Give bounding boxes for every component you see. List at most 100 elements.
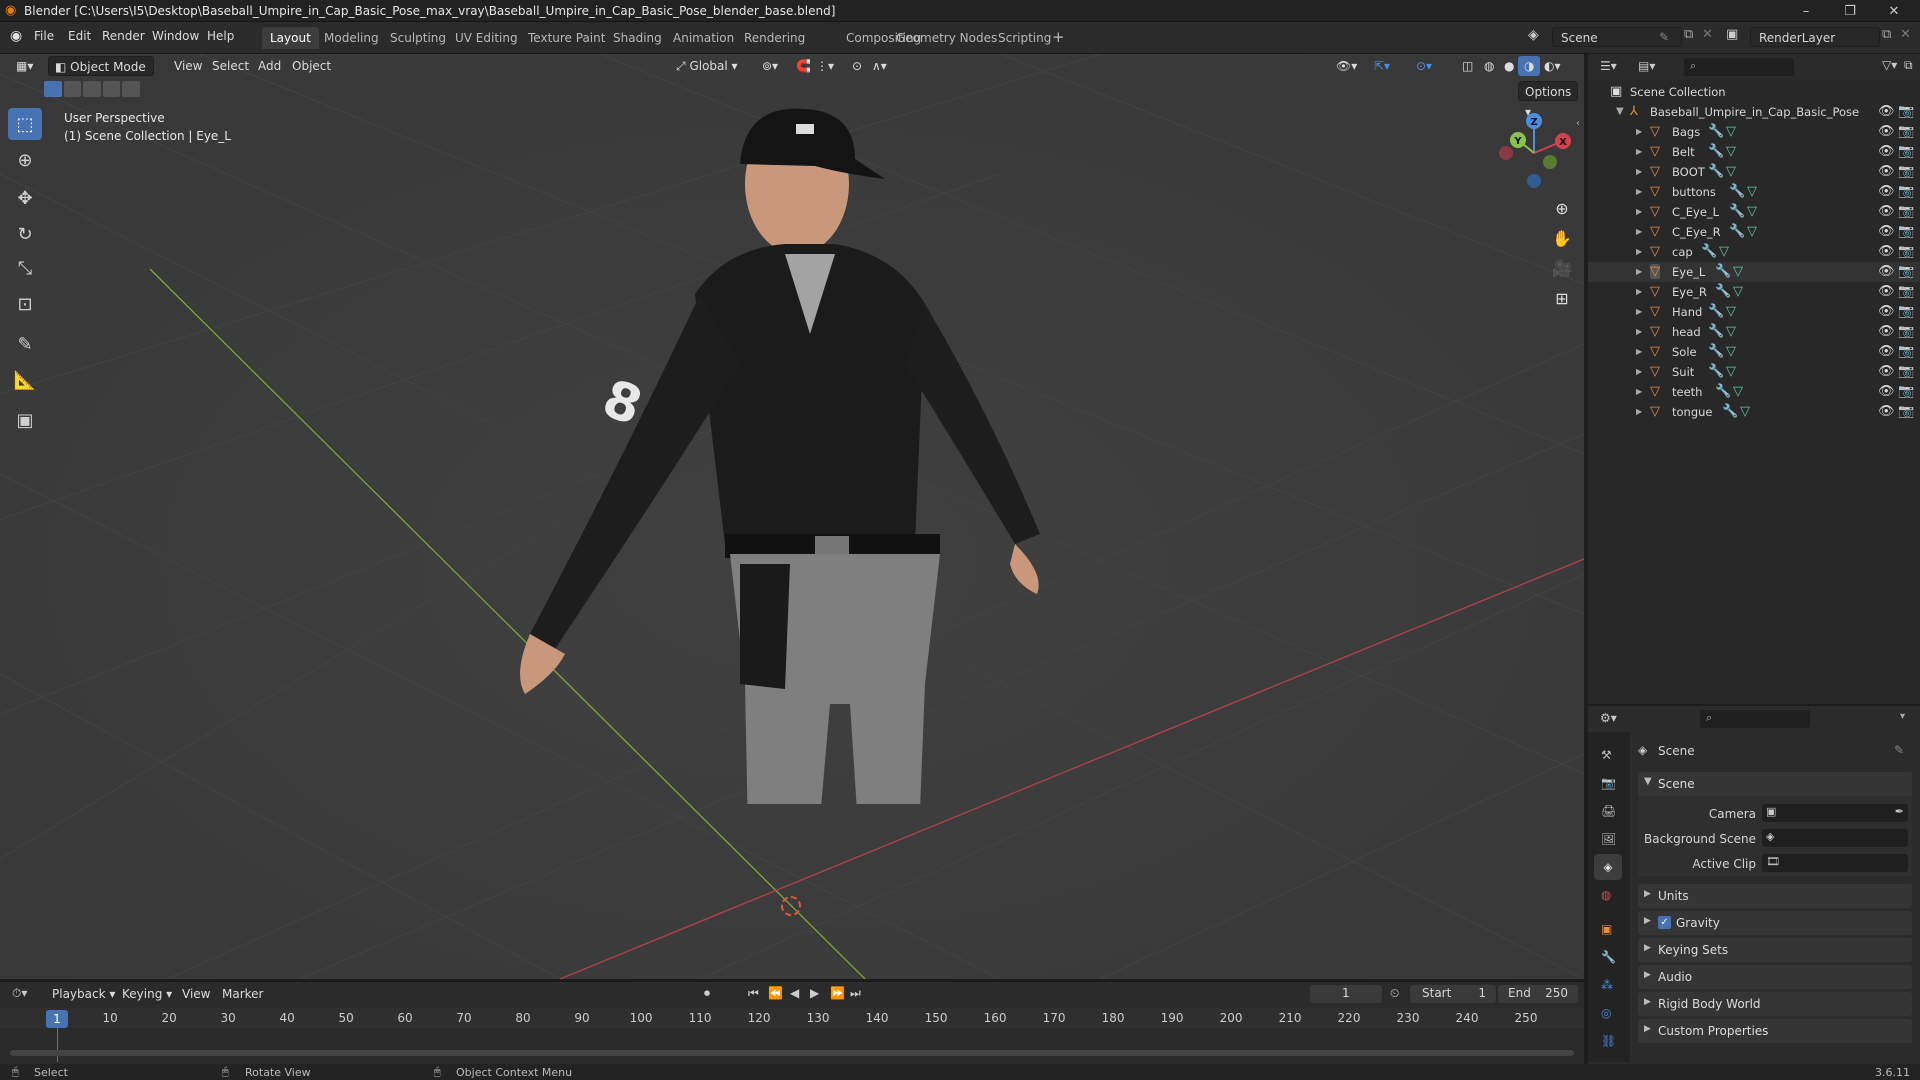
visibility-eye-icon[interactable]: 👁 [1878, 224, 1895, 239]
visibility-eye-icon[interactable]: 👁 [1878, 364, 1895, 379]
timeline-scrollbar[interactable] [10, 1050, 1574, 1056]
panel-custom-properties[interactable]: ▶ Custom Properties [1638, 1019, 1912, 1043]
umpire-model[interactable]: 8 [485, 104, 1105, 804]
pin-icon[interactable]: ✎ [1659, 30, 1669, 44]
select-menu[interactable]: Select [206, 56, 255, 76]
pivot-point-icon[interactable]: ⊚▾ [756, 56, 784, 76]
select-invert-icon[interactable] [102, 81, 121, 97]
renderlayer-icon[interactable]: ▣ [1726, 27, 1738, 42]
menu-window[interactable]: Window [152, 29, 199, 43]
visibility-eye-icon[interactable]: 👁 [1878, 164, 1895, 179]
workspace-tab-rendering[interactable]: Rendering [736, 27, 813, 49]
renderlayer-selector[interactable]: RenderLayer [1750, 27, 1880, 47]
expand-arrow-icon[interactable]: ▶ [1636, 207, 1642, 216]
expand-arrow-icon[interactable]: ▶ [1636, 287, 1642, 296]
render-camera-icon[interactable]: 📷 [1898, 404, 1914, 419]
modifier-wrench-icon[interactable]: 🔧 [1715, 284, 1731, 299]
modifier-wrench-icon[interactable]: 🔧 [1708, 324, 1724, 339]
outliner-item[interactable]: ▶ ▽ Eye_R 🔧 ▽ 👁 📷 [1588, 282, 1920, 302]
3d-cursor[interactable] [781, 896, 801, 916]
scene-tab-icon[interactable]: ◈ [1594, 854, 1622, 880]
render-camera-icon[interactable]: 📷 [1898, 244, 1914, 259]
add-menu[interactable]: Add [252, 56, 287, 76]
current-frame-field[interactable]: 1 [1310, 985, 1382, 1003]
workspace-tab-modeling[interactable]: Modeling [316, 27, 387, 49]
expand-arrow-icon[interactable]: ▶ [1636, 267, 1642, 276]
mesh-data-icon[interactable]: ▽ [1726, 304, 1736, 319]
render-camera-icon[interactable]: 📷 [1898, 284, 1914, 299]
annotate-tool-icon[interactable]: ✎ [8, 328, 42, 360]
close-button[interactable]: ✕ [1872, 0, 1916, 22]
outliner-item[interactable]: ▶ ▽ teeth 🔧 ▽ 👁 📷 [1588, 382, 1920, 402]
mesh-data-icon[interactable]: ▽ [1726, 124, 1736, 139]
visibility-eye-icon[interactable]: 👁 [1878, 104, 1895, 119]
object-menu[interactable]: Object [286, 56, 337, 76]
render-camera-icon[interactable]: 📷 [1898, 184, 1914, 199]
outliner-item[interactable]: ▶ ▽ BOOT 🔧 ▽ 👁 📷 [1588, 162, 1920, 182]
scene-panel-header[interactable]: ▼ Scene [1638, 772, 1912, 796]
render-camera-icon[interactable]: 📷 [1898, 224, 1914, 239]
panel-units[interactable]: ▶ Units [1638, 884, 1912, 908]
outliner-item[interactable]: ▶ ▽ Suit 🔧 ▽ 👁 📷 [1588, 362, 1920, 382]
pan-hand-icon[interactable]: ✋ [1548, 224, 1576, 252]
modifier-wrench-icon[interactable]: 🔧 [1708, 144, 1724, 159]
start-frame-field[interactable]: Start 1 [1410, 985, 1496, 1003]
outliner-item[interactable]: ▶ ▽ buttons 🔧 ▽ 👁 📷 [1588, 182, 1920, 202]
falloff-icon[interactable]: ∧▾ [866, 56, 893, 76]
panel-audio[interactable]: ▶ Audio [1638, 965, 1912, 989]
outliner-item[interactable]: ▶ ▽ C_Eye_L 🔧 ▽ 👁 📷 [1588, 202, 1920, 222]
next-keyframe-icon[interactable]: ⏩ [830, 986, 845, 1000]
rendered-shading-icon[interactable]: ◐▾ [1538, 56, 1567, 76]
active-clip-field[interactable]: 🎞 [1762, 854, 1908, 872]
props-editor-type-icon[interactable]: ⚙▾ [1600, 711, 1617, 725]
render-camera-icon[interactable]: 📷 [1898, 264, 1914, 279]
workspace-tab-layout[interactable]: Layout [262, 27, 319, 49]
gizmo-toggle-icon[interactable]: ⇱▾ [1368, 56, 1396, 76]
measure-tool-icon[interactable]: 📐 [8, 364, 42, 396]
modifier-wrench-icon[interactable]: 🔧 [1715, 384, 1731, 399]
keying-menu[interactable]: Keying ▾ [116, 984, 178, 1004]
workspace-tab-uv-editing[interactable]: UV Editing [447, 27, 526, 49]
end-frame-field[interactable]: End 250 [1498, 985, 1578, 1003]
visibility-eye-icon[interactable]: 👁 [1878, 284, 1895, 299]
outliner-item[interactable]: ▶ ▽ Sole 🔧 ▽ 👁 📷 [1588, 342, 1920, 362]
physics-tab-icon[interactable]: ◎ [1601, 1006, 1611, 1020]
mesh-data-icon[interactable]: ▽ [1726, 344, 1736, 359]
render-camera-icon[interactable]: 📷 [1898, 344, 1914, 359]
expand-arrow-icon[interactable]: ▶ [1636, 347, 1642, 356]
zoom-icon[interactable]: ⊕ [1548, 194, 1576, 222]
outliner-item[interactable]: ▶ ▽ C_Eye_R 🔧 ▽ 👁 📷 [1588, 222, 1920, 242]
cursor-tool-icon[interactable]: ⊕ [8, 144, 42, 176]
render-camera-icon[interactable]: 📷 [1898, 324, 1914, 339]
mesh-data-icon[interactable]: ▽ [1726, 324, 1736, 339]
render-camera-icon[interactable]: 📷 [1898, 364, 1914, 379]
visibility-eye-icon[interactable]: 👁 [1878, 264, 1895, 279]
marker-menu[interactable]: Marker [216, 984, 269, 1004]
mesh-data-icon[interactable]: ▽ [1733, 284, 1743, 299]
visibility-eye-icon[interactable]: 👁 [1878, 384, 1895, 399]
outliner-item[interactable]: ▶ ▽ Belt 🔧 ▽ 👁 📷 [1588, 142, 1920, 162]
outliner-item[interactable]: ▶ ▽ Bags 🔧 ▽ 👁 📷 [1588, 122, 1920, 142]
add-cube-tool-icon[interactable]: ▣ [8, 404, 42, 436]
modifier-wrench-icon[interactable]: 🔧 [1729, 184, 1745, 199]
new-renderlayer-icon[interactable]: ⧉ [1882, 27, 1891, 42]
render-camera-icon[interactable]: 📷 [1898, 124, 1914, 139]
workspace-tab-animation[interactable]: Animation [665, 27, 742, 49]
modifier-wrench-icon[interactable]: 🔧 [1708, 344, 1724, 359]
render-camera-icon[interactable]: 📷 [1898, 204, 1914, 219]
mesh-data-icon[interactable]: ▽ [1747, 204, 1757, 219]
workspace-tab-scripting[interactable]: Scripting [990, 27, 1059, 49]
play-icon[interactable]: ▶ [810, 986, 819, 1000]
select-extend-icon[interactable] [63, 81, 82, 97]
mesh-data-icon[interactable]: ▽ [1726, 164, 1736, 179]
overlay-toggle-icon[interactable]: ⊙▾ [1410, 56, 1438, 76]
xray-toggle-icon[interactable]: ◫ [1456, 56, 1479, 76]
scale-tool-icon[interactable]: ⤡ [8, 252, 42, 284]
mode-selector[interactable]: ◧ Object Mode [48, 56, 154, 76]
mesh-data-icon[interactable]: ▽ [1726, 364, 1736, 379]
3d-viewport[interactable]: 8 ▦▾ ◧ Object Mode View Select Add Objec… [0, 54, 1584, 979]
panel-rigid-body-world[interactable]: ▶ Rigid Body World [1638, 992, 1912, 1016]
expand-arrow-icon[interactable]: ▶ [1636, 247, 1642, 256]
select-subtract-icon[interactable] [83, 81, 101, 97]
render-camera-icon[interactable]: 📷 [1898, 304, 1914, 319]
